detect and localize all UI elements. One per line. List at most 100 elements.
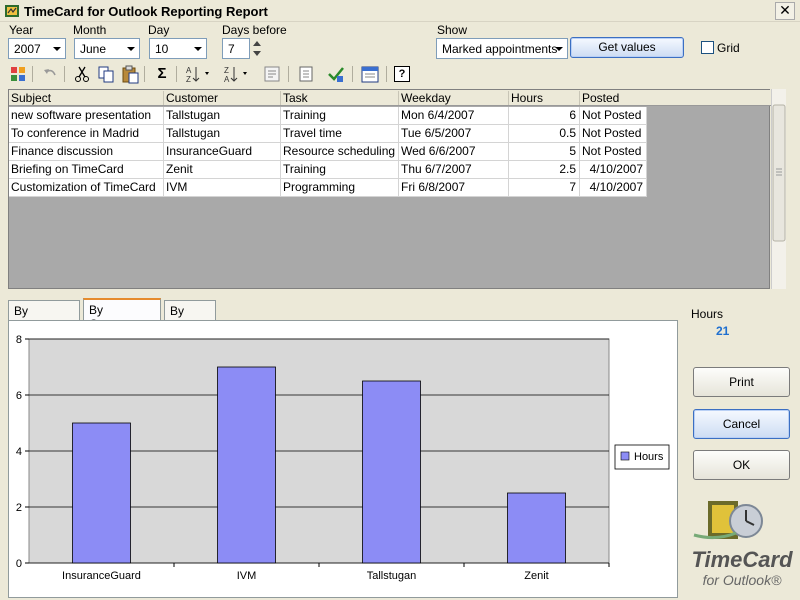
y-tick-label: 8	[16, 334, 22, 346]
timecard-logo: TimeCard for Outlook®	[686, 495, 798, 595]
tab-by-task[interactable]: By Task	[164, 300, 216, 332]
toolbar-separator	[32, 66, 33, 82]
calendar-icon[interactable]	[360, 64, 380, 84]
cell-posted[interactable]: Not Posted	[580, 125, 647, 143]
cell-task[interactable]: Programming	[281, 179, 399, 197]
chevron-down-icon[interactable]	[189, 39, 206, 58]
svg-text:A: A	[224, 75, 230, 84]
x-tick-label: Tallstugan	[367, 570, 417, 582]
cell-hours[interactable]: 2.5	[509, 161, 580, 179]
ok-button[interactable]: OK	[693, 450, 790, 480]
chevron-down-icon[interactable]	[122, 39, 139, 58]
y-tick-label: 4	[16, 446, 22, 458]
cell-customer[interactable]: IVM	[164, 179, 281, 197]
month-value: June	[80, 42, 107, 56]
export-icon[interactable]	[296, 64, 316, 84]
column-header-posted[interactable]: Posted	[580, 91, 770, 105]
sort-ascending-icon[interactable]: AZ	[184, 64, 214, 84]
print-button[interactable]: Print	[693, 367, 790, 397]
cell-subject[interactable]: new software presentation	[9, 107, 164, 125]
show-select[interactable]: Marked appointments	[436, 38, 568, 59]
cell-weekday[interactable]: Wed 6/6/2007	[399, 143, 509, 161]
cell-customer[interactable]: InsuranceGuard	[164, 143, 281, 161]
cell-weekday[interactable]: Tue 6/5/2007	[399, 125, 509, 143]
cell-customer[interactable]: Zenit	[164, 161, 281, 179]
sum-icon[interactable]: Σ	[152, 64, 172, 84]
cell-customer[interactable]: Tallstugan	[164, 107, 281, 125]
cell-hours[interactable]: 7	[509, 179, 580, 197]
hours-total-value: 21	[716, 324, 730, 338]
spin-up-icon[interactable]	[253, 41, 261, 46]
column-header-task[interactable]: Task	[281, 91, 399, 105]
column-header-weekday[interactable]: Weekday	[399, 91, 509, 105]
x-tick-label: IVM	[237, 570, 257, 582]
year-select[interactable]: 2007	[8, 38, 66, 59]
cut-icon[interactable]	[72, 64, 92, 84]
tab-strip: By weekday By Customer By Task	[8, 298, 688, 332]
cell-posted[interactable]: Not Posted	[580, 107, 647, 125]
cell-posted[interactable]: 4/10/2007	[580, 179, 647, 197]
cell-task[interactable]: Training	[281, 161, 399, 179]
days-before-input[interactable]: 7	[222, 38, 250, 59]
app-icon	[5, 5, 19, 17]
legend-label: Hours	[634, 451, 664, 463]
filter-icon[interactable]	[262, 64, 282, 84]
cell-subject[interactable]: To conference in Madrid	[9, 125, 164, 143]
paste-icon[interactable]	[120, 64, 140, 84]
bar	[362, 380, 421, 564]
cell-weekday[interactable]: Thu 6/7/2007	[399, 161, 509, 179]
cell-posted[interactable]: Not Posted	[580, 143, 647, 161]
cell-hours[interactable]: 0.5	[509, 125, 580, 143]
cell-posted[interactable]: 4/10/2007	[580, 161, 647, 179]
check-icon[interactable]	[326, 64, 346, 84]
cell-task[interactable]: Resource scheduling	[281, 143, 399, 161]
toolbar: Σ AZ ZA ?	[6, 64, 426, 86]
cell-subject[interactable]: Finance discussion	[9, 143, 164, 161]
logo-subtext: for Outlook®	[702, 572, 782, 588]
cell-hours[interactable]: 6	[509, 107, 580, 125]
help-icon[interactable]: ?	[394, 66, 410, 82]
column-header-customer[interactable]: Customer	[164, 91, 281, 105]
close-icon: ✕	[779, 2, 791, 18]
copy-icon[interactable]	[96, 64, 116, 84]
sort-descending-icon[interactable]: ZA	[222, 64, 252, 84]
cell-weekday[interactable]: Fri 6/8/2007	[399, 179, 509, 197]
cell-hours[interactable]: 5	[509, 143, 580, 161]
days-before-spinner[interactable]	[250, 38, 264, 59]
grid-label: Grid	[717, 41, 740, 55]
data-grid: Subject Customer Task Weekday Hours Post…	[8, 89, 771, 289]
undo-icon[interactable]	[40, 64, 60, 84]
logo-text: TimeCard	[691, 547, 793, 572]
tab-by-weekday[interactable]: By weekday	[8, 300, 80, 332]
cell-subject[interactable]: Briefing on TimeCard	[9, 161, 164, 179]
x-tick-label: Zenit	[524, 570, 548, 582]
day-select[interactable]: 10	[149, 38, 207, 59]
spin-down-icon[interactable]	[253, 51, 261, 56]
vertical-scrollbar[interactable]	[771, 89, 786, 289]
cancel-button[interactable]: Cancel	[693, 409, 790, 439]
year-label: Year	[9, 23, 34, 37]
cell-weekday[interactable]: Mon 6/4/2007	[399, 107, 509, 125]
bar	[507, 492, 566, 564]
outlook-categories-icon[interactable]	[8, 64, 28, 84]
toolbar-separator	[288, 66, 289, 82]
column-header-hours[interactable]: Hours	[509, 91, 580, 105]
toolbar-separator	[386, 66, 387, 82]
close-button[interactable]: ✕	[775, 2, 795, 20]
cell-subject[interactable]: Customization of TimeCard	[9, 179, 164, 197]
month-select[interactable]: June	[74, 38, 140, 59]
ok-label: OK	[732, 458, 751, 472]
get-values-button[interactable]: Get values	[570, 37, 684, 58]
scrollbar-thumb[interactable]	[772, 89, 787, 289]
hours-by-customer-chart: 0 2 4 6 8 InsuranceGuard IVM Tallstugan Zenit Hou…	[16, 334, 670, 582]
column-header-subject[interactable]: Subject	[9, 91, 164, 105]
cell-task[interactable]: Training	[281, 107, 399, 125]
chevron-down-icon[interactable]	[48, 39, 65, 58]
cell-customer[interactable]: Tallstugan	[164, 125, 281, 143]
timecard-logo-graphic	[693, 501, 763, 540]
bar	[72, 422, 131, 564]
cell-task[interactable]: Travel time	[281, 125, 399, 143]
grid-checkbox[interactable]	[701, 41, 714, 54]
chevron-down-icon[interactable]	[550, 39, 567, 58]
tab-by-customer[interactable]: By Customer	[83, 298, 161, 331]
